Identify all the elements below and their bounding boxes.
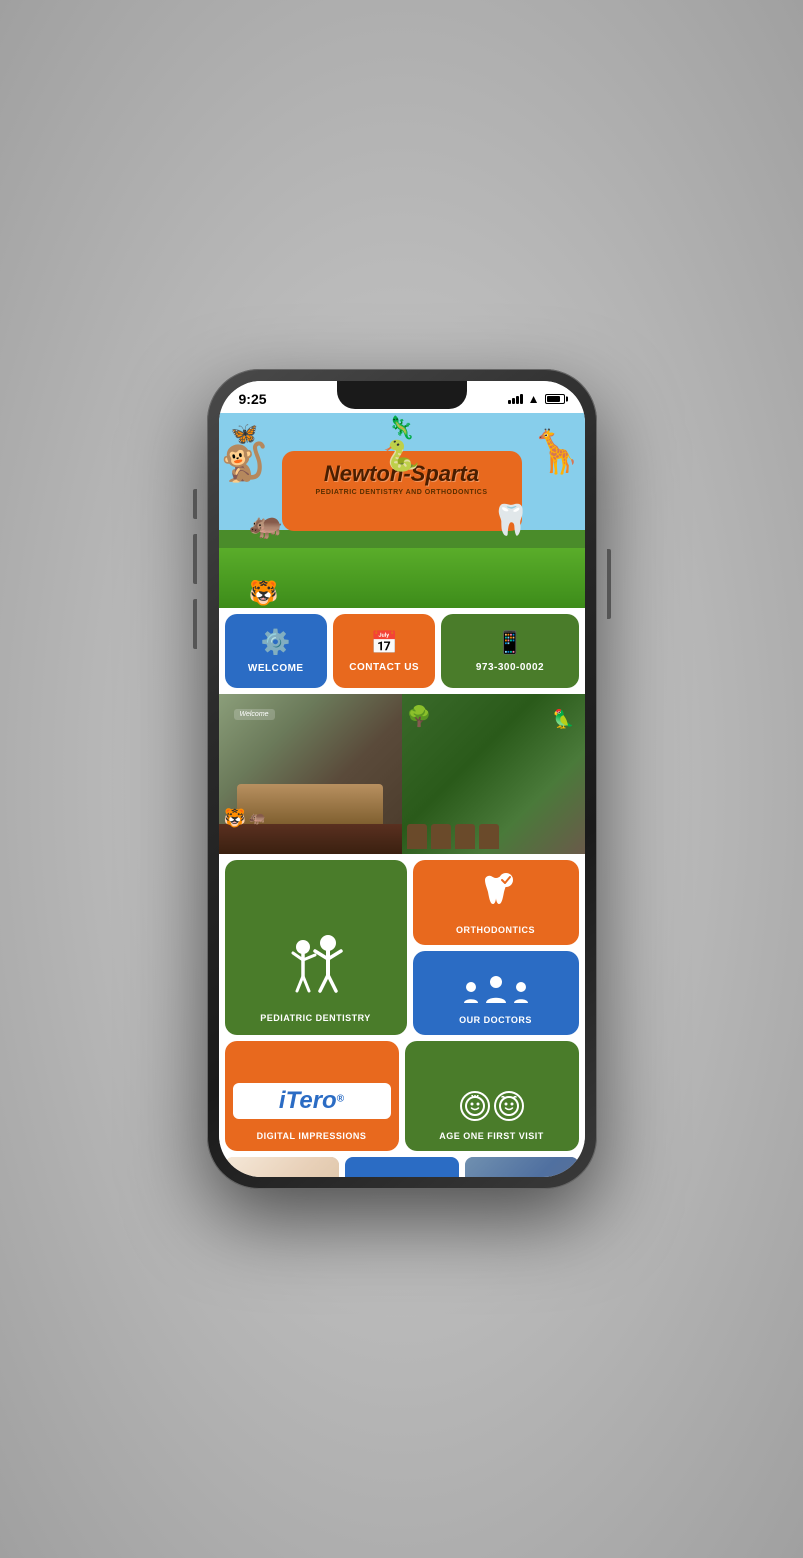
- monkey-decoration: 🐒: [221, 441, 268, 485]
- age-one-button[interactable]: AGE ONE FIRST VISIT: [405, 1041, 579, 1151]
- baby-face-1: [460, 1091, 490, 1121]
- banner-subtitle: PEDIATRIC DENTISTRY AND ORTHODONTICS: [292, 489, 512, 496]
- camera-photo: [465, 1157, 579, 1177]
- doctor-icon-right: [511, 981, 531, 1005]
- welcome-sign: Welcome: [234, 709, 275, 720]
- grass-decoration: 🐯: [219, 548, 585, 608]
- app-scroll-container[interactable]: 🦋 🐍 🐒 Newton-Sparta PEDIATRIC DENTISTRY …: [219, 413, 585, 1177]
- age-one-label: AGE ONE FIRST VISIT: [439, 1131, 544, 1141]
- battery-fill: [547, 396, 561, 402]
- volume-mute-button: [193, 489, 197, 519]
- giraffe-decoration: 🦒: [530, 428, 582, 477]
- doctors-button[interactable]: OUR DOCTORS: [413, 951, 579, 1035]
- itero-label: DIGITAL IMPRESSIONS: [257, 1131, 367, 1141]
- itero-reg: ®: [337, 1094, 344, 1105]
- office-photos: Welcome 🐯 🦛: [219, 694, 585, 854]
- flag-button[interactable]: [345, 1157, 459, 1177]
- signal-bar-2: [512, 398, 515, 404]
- doctors-label: OUR DOCTORS: [459, 1015, 532, 1025]
- chair-3: [455, 824, 475, 849]
- pediatric-dentistry-label: PEDIATRIC DENTISTRY: [260, 1013, 371, 1023]
- phone-icon: 📱: [496, 630, 523, 656]
- aligner-photo: [225, 1157, 339, 1177]
- gear-icon: ⚙️: [261, 628, 291, 657]
- tree-decoration: 🌳: [407, 704, 432, 729]
- camera-image: [465, 1157, 579, 1177]
- power-button: [607, 549, 611, 619]
- battery-icon: [545, 394, 565, 404]
- orthodontics-label: ORTHODONTICS: [456, 925, 535, 935]
- service-right-column: ORTHODONTICS: [413, 860, 579, 1035]
- gecko-decoration: 🦎: [388, 415, 415, 441]
- contact-label: CONTACT US: [349, 662, 419, 673]
- age-one-faces: [460, 1091, 524, 1121]
- chair-1: [407, 824, 427, 849]
- hippo-decoration: 🦛: [249, 508, 284, 541]
- snake-decoration: 🐍: [383, 439, 420, 474]
- action-buttons-row: ⚙️ WELCOME 📅 CONTACT US 📱 973-300-0002: [219, 608, 585, 694]
- itero-button[interactable]: iTero® DIGITAL IMPRESSIONS: [225, 1041, 399, 1151]
- phone-screen: 9:25 ▲: [219, 381, 585, 1177]
- status-time: 9:25: [239, 391, 267, 407]
- baby-face-icon-2: [498, 1095, 520, 1117]
- tooth-check-container: [477, 872, 515, 915]
- volume-down-button: [193, 599, 197, 649]
- wifi-icon: ▲: [528, 392, 540, 406]
- contact-button[interactable]: 📅 CONTACT US: [333, 614, 435, 688]
- phone-button[interactable]: 📱 973-300-0002: [441, 614, 578, 688]
- orthodontics-button[interactable]: ORTHODONTICS: [413, 860, 579, 945]
- welcome-button[interactable]: ⚙️ WELCOME: [225, 614, 327, 688]
- kids-icon: [283, 933, 348, 1003]
- doctor-icon-center: [483, 975, 509, 1005]
- parrot-decoration: 🦜: [552, 709, 574, 730]
- chair-4: [479, 824, 499, 849]
- doctors-icon-group: [461, 975, 531, 1005]
- tooth-decoration: 🦷: [492, 503, 529, 538]
- banner: 🦋 🐍 🐒 Newton-Sparta PEDIATRIC DENTISTRY …: [219, 413, 585, 608]
- notch: [337, 381, 467, 409]
- itero-brand-text: iTero: [279, 1087, 337, 1114]
- chair-2: [431, 824, 451, 849]
- baby-face-2: [494, 1091, 524, 1121]
- doctor-icon-left: [461, 981, 481, 1005]
- aligner-svg: [257, 1176, 307, 1178]
- signal-bar-3: [516, 396, 519, 404]
- calendar-icon: 📅: [371, 630, 398, 656]
- bottom-tiles: iTero® DIGITAL IMPRESSIONS: [219, 1041, 585, 1157]
- phone-number: 973-300-0002: [476, 662, 544, 673]
- baby-face-icon-1: [464, 1095, 486, 1117]
- office-photo-left: Welcome 🐯 🦛: [219, 694, 402, 854]
- status-icons: ▲: [508, 392, 565, 406]
- aligner-image: [225, 1157, 339, 1177]
- service-grid: PEDIATRIC DENTISTRY: [219, 854, 585, 1041]
- welcome-label: WELCOME: [248, 663, 304, 674]
- signal-bar-1: [508, 400, 511, 404]
- itero-brand-container: iTero®: [233, 1083, 391, 1119]
- photo-strip: [219, 1157, 585, 1177]
- mural-animal-1: 🐯: [224, 808, 246, 829]
- office-photo-right: 🌳 🦜: [402, 694, 585, 854]
- phone-frame: 9:25 ▲: [207, 369, 597, 1189]
- desk-base: [219, 824, 402, 854]
- tooth-check-icon: [477, 872, 515, 910]
- pediatric-dentistry-button[interactable]: PEDIATRIC DENTISTRY: [225, 860, 407, 1035]
- tiger-decoration: 🐯: [249, 579, 279, 608]
- mural-animal-2: 🦛: [249, 809, 266, 826]
- chairs-row: [402, 804, 585, 854]
- volume-up-button: [193, 534, 197, 584]
- signal-bars-icon: [508, 394, 523, 404]
- signal-bar-4: [520, 394, 523, 404]
